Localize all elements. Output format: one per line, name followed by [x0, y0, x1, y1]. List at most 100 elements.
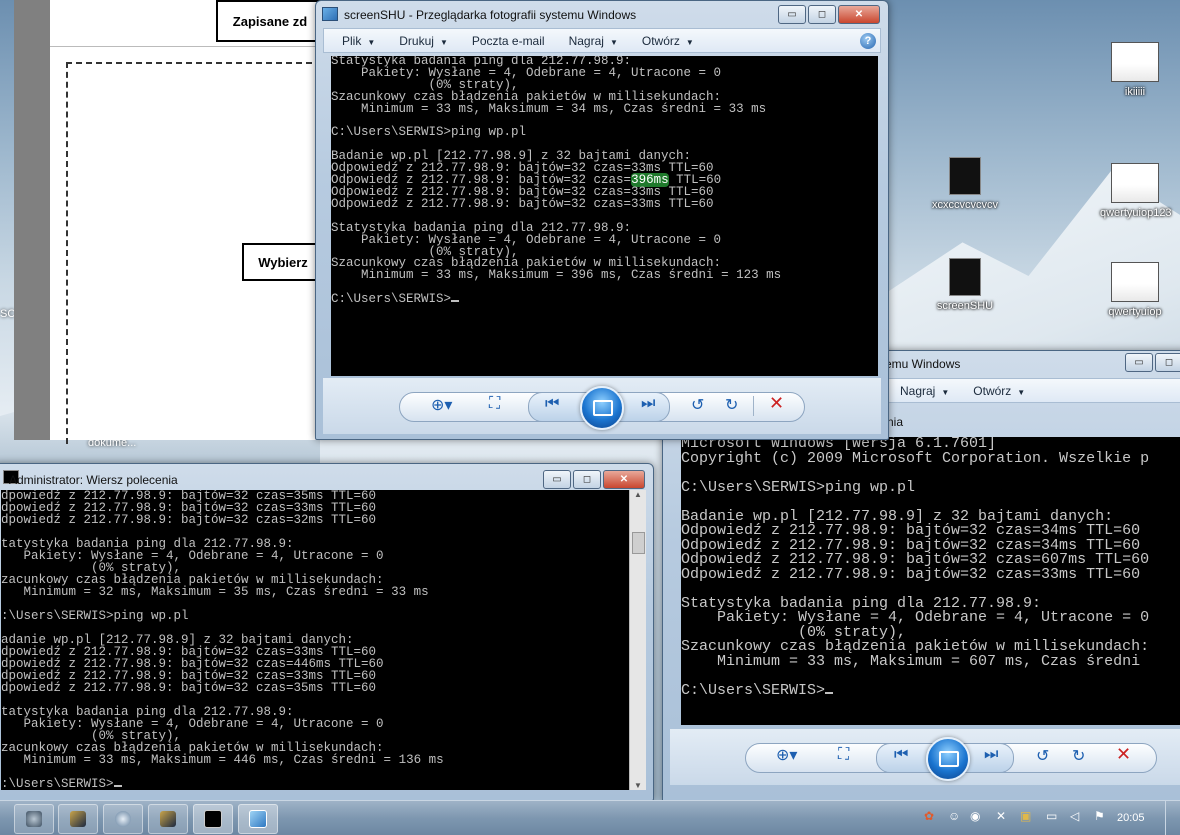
command-prompt-window: Administrator: Wiersz polecenia ▭ ◻ ✕ dp…: [0, 463, 654, 801]
rotate-left-icon[interactable]: ↺: [1036, 746, 1049, 766]
menu-email[interactable]: Poczta e-mail: [460, 34, 557, 48]
taskbar-button-spiral-app[interactable]: [103, 804, 143, 834]
taskbar-button-cmd[interactable]: [193, 804, 233, 834]
text-cursor: [451, 300, 460, 303]
menu-open[interactable]: Otwórz ▼: [961, 384, 1037, 398]
steam-icon[interactable]: ☺: [948, 809, 960, 823]
minimize-button[interactable]: ▭: [543, 470, 571, 489]
console-line: Minimum = 33 ms, Maksimum = 396 ms, Czas…: [331, 268, 782, 283]
zoom-icon[interactable]: ⊕▾: [431, 395, 452, 415]
menu-file[interactable]: Plik ▼: [324, 34, 387, 48]
console-output: Microsoft Windows [Wersja 6.1.7601] Copyr…: [681, 437, 1180, 698]
scroll-up-icon[interactable]: ▲: [630, 490, 646, 504]
console-line: Minimum = 32 ms, Maksimum = 35 ms, Czas …: [1, 585, 429, 599]
maximize-button[interactable]: ◻: [808, 5, 836, 24]
minimize-button[interactable]: ▭: [1125, 353, 1153, 372]
tray-app-icon[interactable]: ✿: [924, 809, 934, 823]
menu-label: Otwórz: [641, 33, 680, 48]
league-icon: [160, 811, 176, 827]
desktop-icon-qwertyuiop[interactable]: qwertyuiop: [1100, 262, 1170, 318]
title-bar[interactable]: Administrator: Wiersz polecenia ▭ ◻ ✕: [0, 464, 653, 490]
photo-viewer-icon: [322, 7, 338, 21]
slideshow-button[interactable]: [580, 386, 624, 430]
photo-viewer-icon: [249, 810, 267, 828]
window-title: emu Windows: [885, 357, 961, 371]
speaker-icon[interactable]: ◁: [1070, 809, 1079, 823]
scroll-down-icon[interactable]: ▼: [630, 781, 646, 790]
console-line: C:\Users\SERWIS>: [331, 293, 878, 306]
console-line: C:\Users\SERWIS>ping wp.pl: [331, 125, 527, 140]
slideshow-button[interactable]: [926, 737, 970, 781]
menu-print[interactable]: Drukuj ▼: [387, 34, 460, 48]
spiral-app-icon: [115, 811, 131, 827]
cmd-icon: [204, 810, 222, 828]
desktop-icon-label: qwertyuiop123: [1100, 207, 1172, 219]
steam-icon-2[interactable]: ◉: [970, 809, 980, 823]
file-thumbnail-icon: [1111, 262, 1159, 302]
rotate-left-icon[interactable]: ↺: [691, 395, 704, 415]
delete-icon[interactable]: ✕: [1116, 744, 1131, 765]
action-center-flag-icon[interactable]: ⚑: [1094, 809, 1105, 823]
title-bar[interactable]: screenSHU - Przeglądarka fotografii syst…: [316, 1, 888, 27]
actual-size-icon[interactable]: ⛶: [489, 395, 500, 413]
menu-burn[interactable]: Nagraj ▼: [557, 34, 630, 48]
desktop-icon-xcxccvcvcvcv[interactable]: xcxccvcvcvcv: [930, 157, 1000, 211]
rotate-right-icon[interactable]: ↻: [725, 395, 738, 415]
window-title: Administrator: Wiersz polecenia: [9, 473, 178, 487]
photo-toolbar: ⊕▾ ⛶ ⏮ ⏭ ↺ ↻ ✕: [323, 378, 881, 434]
rotate-right-icon[interactable]: ↻: [1072, 746, 1085, 766]
screenshot-console: Statystyka badania ping dla 212.77.98.9:…: [331, 56, 878, 376]
taskbar-button-league[interactable]: [58, 804, 98, 834]
previous-icon[interactable]: ⏮: [894, 746, 908, 764]
choose-button[interactable]: Wybierz: [242, 243, 324, 281]
desktop-icon-qwertyuiop123[interactable]: qwertyuiop123: [1100, 163, 1172, 219]
device-icon[interactable]: ▭: [1046, 809, 1057, 823]
previous-icon[interactable]: ⏮: [545, 395, 559, 413]
screenshot-console: Microsoft Windows [Wersja 6.1.7601] Copyr…: [681, 437, 1180, 725]
saved-photos-button[interactable]: Zapisane zd: [216, 0, 324, 42]
delete-icon[interactable]: ✕: [769, 393, 784, 414]
maximize-button[interactable]: ◻: [1155, 353, 1180, 372]
menu-burn[interactable]: Nagraj ▼: [888, 384, 961, 398]
console-line: :\Users\SERWIS>: [1, 778, 629, 790]
slideshow-icon: [939, 751, 959, 767]
close-button[interactable]: ✕: [603, 470, 645, 489]
show-desktop-button[interactable]: [1165, 801, 1180, 835]
scrollbar[interactable]: ▲ ▼: [629, 490, 646, 790]
desktop-icon-label: ikiiiii: [1124, 86, 1146, 98]
next-icon[interactable]: ⏭: [984, 746, 998, 764]
taskbar-button-shield-app[interactable]: [14, 804, 54, 834]
console-line: Odpowiedź z 212.77.98.9: bajtów=32 czas=…: [681, 565, 1141, 583]
desktop-icon-screenshu[interactable]: screenSHU: [930, 258, 1000, 312]
menu-label: Nagraj: [568, 33, 604, 48]
league-tray-icon[interactable]: ▣: [1020, 809, 1031, 823]
photo-viewer-window: screenSHU - Przeglądarka fotografii syst…: [315, 0, 889, 440]
menu-label: Poczta e-mail: [471, 33, 545, 48]
menu-open[interactable]: Otwórz ▼: [630, 34, 706, 48]
console[interactable]: dpowiedź z 212.77.98.9: bajtów=32 czas=3…: [1, 490, 629, 790]
photo-toolbar: ⊕▾ ⛶ ⏮ ⏭ ↺ ↻ ✕: [670, 729, 1180, 785]
desktop-icon-ikiiiii[interactable]: ikiiiii: [1100, 42, 1170, 98]
zoom-icon[interactable]: ⊕▾: [776, 745, 797, 765]
shield-app-icon: [26, 811, 42, 827]
actual-size-icon[interactable]: ⛶: [838, 746, 849, 764]
console-output: Statystyka badania ping dla 212.77.98.9:…: [331, 56, 878, 306]
chevron-down-icon: ▼: [1017, 387, 1026, 397]
chevron-down-icon: ▼: [367, 37, 376, 47]
taskbar-button-photo-viewer[interactable]: [238, 804, 278, 834]
toolbar-separator: [753, 396, 754, 416]
scrollbar-thumb[interactable]: [632, 532, 645, 554]
close-button[interactable]: ✕: [838, 5, 880, 24]
file-thumbnail-icon: [949, 258, 981, 296]
minimize-button[interactable]: ▭: [778, 5, 806, 24]
clock[interactable]: 20:05: [1117, 812, 1145, 824]
network-icon[interactable]: ✕: [996, 809, 1006, 823]
maximize-button[interactable]: ◻: [573, 470, 601, 489]
menu-bar: Plik ▼ Drukuj ▼ Poczta e-mail Nagraj ▼ Otwó…: [323, 28, 881, 53]
console-line: Odpowiedź z 212.77.98.9: bajtów=32 czas=…: [331, 196, 714, 211]
taskbar-button-league-2[interactable]: [148, 804, 188, 834]
next-icon[interactable]: ⏭: [641, 395, 655, 413]
window-title: screenSHU - Przeglądarka fotografii syst…: [344, 8, 637, 22]
help-icon[interactable]: ?: [860, 32, 876, 49]
chevron-down-icon: ▼: [609, 37, 618, 47]
